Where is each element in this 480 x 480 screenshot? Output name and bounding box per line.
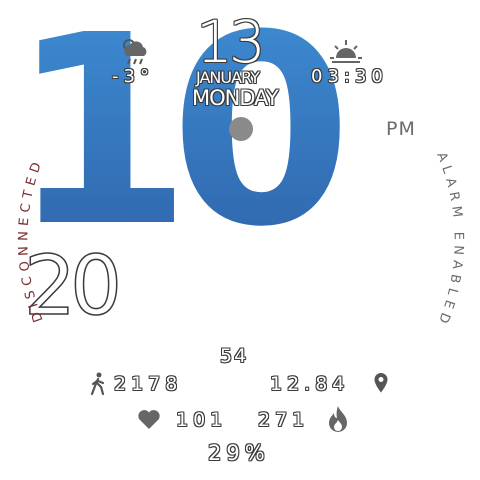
flame-icon bbox=[329, 406, 347, 432]
heart-rate-value: 101 bbox=[176, 409, 228, 431]
svg-text:DISCONNECTED: DISCONNECTED bbox=[16, 156, 46, 324]
location-pin-icon bbox=[374, 373, 388, 393]
calories-value: 271 bbox=[258, 409, 310, 431]
alarm-label: ALARM ENABLED bbox=[433, 150, 460, 329]
battery-value: 29% bbox=[208, 441, 270, 465]
distance-value: 12.84 bbox=[270, 373, 350, 395]
svg-text:ALARM ENABLED: ALARM ENABLED bbox=[433, 150, 465, 329]
disconnected-label: DISCONNECTED bbox=[16, 156, 41, 324]
walking-icon bbox=[90, 372, 105, 396]
heart-icon bbox=[138, 410, 160, 429]
bluetooth-status: DISCONNECTED ALARM ENABLED bbox=[16, 150, 465, 329]
steps-value: 2178 bbox=[114, 373, 183, 395]
